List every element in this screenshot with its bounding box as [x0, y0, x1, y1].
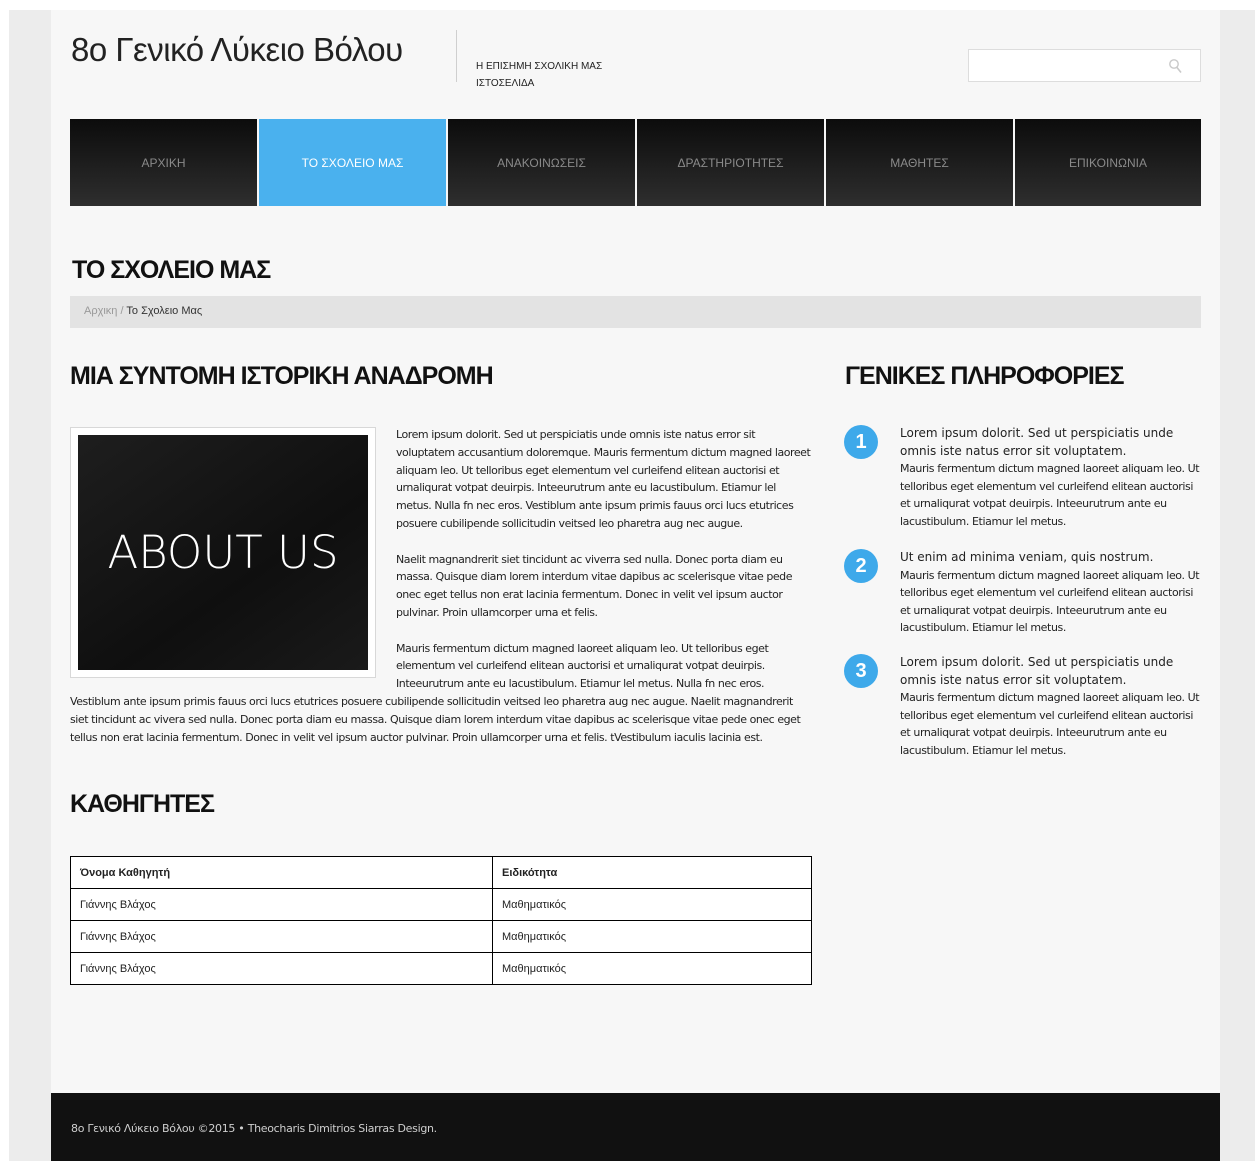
info-lead: Lorem ipsum dolorit. Sed ut perspiciatis… [900, 655, 1174, 687]
about-us-image-text: ABOUT US [78, 435, 368, 670]
table-row: Γιάννης Βλάχος Μαθηματικός [70, 952, 812, 985]
info-text: Lorem ipsum dolorit. Sed ut perspiciatis… [900, 425, 1200, 531]
teacher-name: Γιάννης Βλάχος [70, 888, 493, 921]
footer-text: 8ο Γενικό Λύκειο Βόλου ©2015 • Theochari… [71, 1122, 437, 1135]
search-box [968, 49, 1201, 82]
table-row: Γιάννης Βλάχος Μαθηματικός [70, 920, 812, 953]
teacher-name: Γιάννης Βλάχος [70, 920, 493, 953]
info-body: Mauris fermentum dictum magned laoreet a… [900, 568, 1200, 635]
nav-item-activities[interactable]: ΔΡΑΣΤΗΡΙΟΤΗΤΕΣ [637, 119, 824, 206]
teachers-heading: ΚΑΘΗΓΗΤΕΣ [70, 790, 215, 818]
table-header-row: Όνομα Καθηγητή Ειδικότητα [70, 856, 812, 889]
teacher-specialty: Μαθηματικός [492, 952, 812, 985]
search-input[interactable] [969, 50, 1159, 81]
breadcrumb-current: Το Σχολειο Μας [126, 305, 203, 317]
info-lead: Lorem ipsum dolorit. Sed ut perspiciatis… [900, 426, 1174, 458]
breadcrumb-home-link[interactable]: Αρχικη [84, 305, 117, 317]
history-heading: ΜΙΑ ΣΥΝΤΟΜΗ ΙΣΤΟΡΙΚΗ ΑΝΑΔΡΟΜΗ [70, 362, 494, 390]
nav-item-contact[interactable]: ΕΠΙΚΟΙΝΩΝΙΑ [1015, 119, 1201, 206]
info-text: Ut enim ad minima veniam, quis nostrum. … [900, 549, 1200, 637]
search-icon[interactable] [1168, 58, 1182, 74]
breadcrumb: Αρχικη / Το Σχολειο Μας [70, 296, 1201, 328]
info-heading: ΓΕΝΙΚΕΣ ΠΛΗΡΟΦΟΡΙΕΣ [845, 362, 1125, 390]
about-us-image: ABOUT US [70, 427, 376, 678]
column-header-name: Όνομα Καθηγητή [70, 856, 493, 889]
site-logo[interactable]: 8ο Γενικό Λύκειο Βόλου [71, 31, 403, 69]
table-row: Γιάννης Βλάχος Μαθηματικός [70, 888, 812, 921]
nav-item-announcements[interactable]: ΑΝΑΚΟΙΝΩΣΕΙΣ [448, 119, 635, 206]
history-article: ABOUT US Lorem ipsum dolorit. Sed ut per… [70, 426, 812, 746]
nav-item-our-school[interactable]: ΤΟ ΣΧΟΛΕΙΟ ΜΑΣ [259, 119, 446, 206]
site-tagline: Η ΕΠΙΣΗΜΗ ΣΧΟΛΙΚΗ ΜΑΣ ΙΣΤΟΣΕΛΙΔΑ [476, 61, 603, 89]
info-body: Mauris fermentum dictum magned laoreet a… [900, 691, 1200, 757]
logo-divider [456, 30, 457, 82]
teacher-specialty: Μαθηματικός [492, 888, 812, 921]
nav-item-home[interactable]: ΑΡΧΙΚΗ [70, 119, 257, 206]
number-badge: 2 [844, 549, 878, 583]
number-badge: 3 [844, 654, 878, 688]
nav-item-students[interactable]: ΜΑΘΗΤΕΣ [826, 119, 1013, 206]
teacher-specialty: Μαθηματικός [492, 920, 812, 953]
right-gutter [1220, 10, 1255, 1161]
teacher-name: Γιάννης Βλάχος [70, 952, 493, 985]
page-container: 8ο Γενικό Λύκειο Βόλου Η ΕΠΙΣΗΜΗ ΣΧΟΛΙΚΗ… [51, 10, 1220, 1161]
column-header-specialty: Ειδικότητα [492, 856, 812, 889]
teachers-table: Όνομα Καθηγητή Ειδικότητα Γιάννης Βλάχος… [70, 856, 812, 985]
left-gutter [9, 10, 51, 1161]
info-lead: Ut enim ad minima veniam, quis nostrum. [900, 550, 1154, 564]
page-title: ΤΟ ΣΧΟΛΕΙΟ ΜΑΣ [72, 256, 271, 284]
footer: 8ο Γενικό Λύκειο Βόλου ©2015 • Theochari… [51, 1093, 1220, 1161]
main-nav: ΑΡΧΙΚΗ ΤΟ ΣΧΟΛΕΙΟ ΜΑΣ ΑΝΑΚΟΙΝΩΣΕΙΣ ΔΡΑΣΤ… [70, 119, 1201, 206]
info-body: Mauris fermentum dictum magned laoreet a… [900, 462, 1200, 528]
info-text: Lorem ipsum dolorit. Sed ut perspiciatis… [900, 654, 1200, 760]
number-badge: 1 [844, 425, 878, 459]
